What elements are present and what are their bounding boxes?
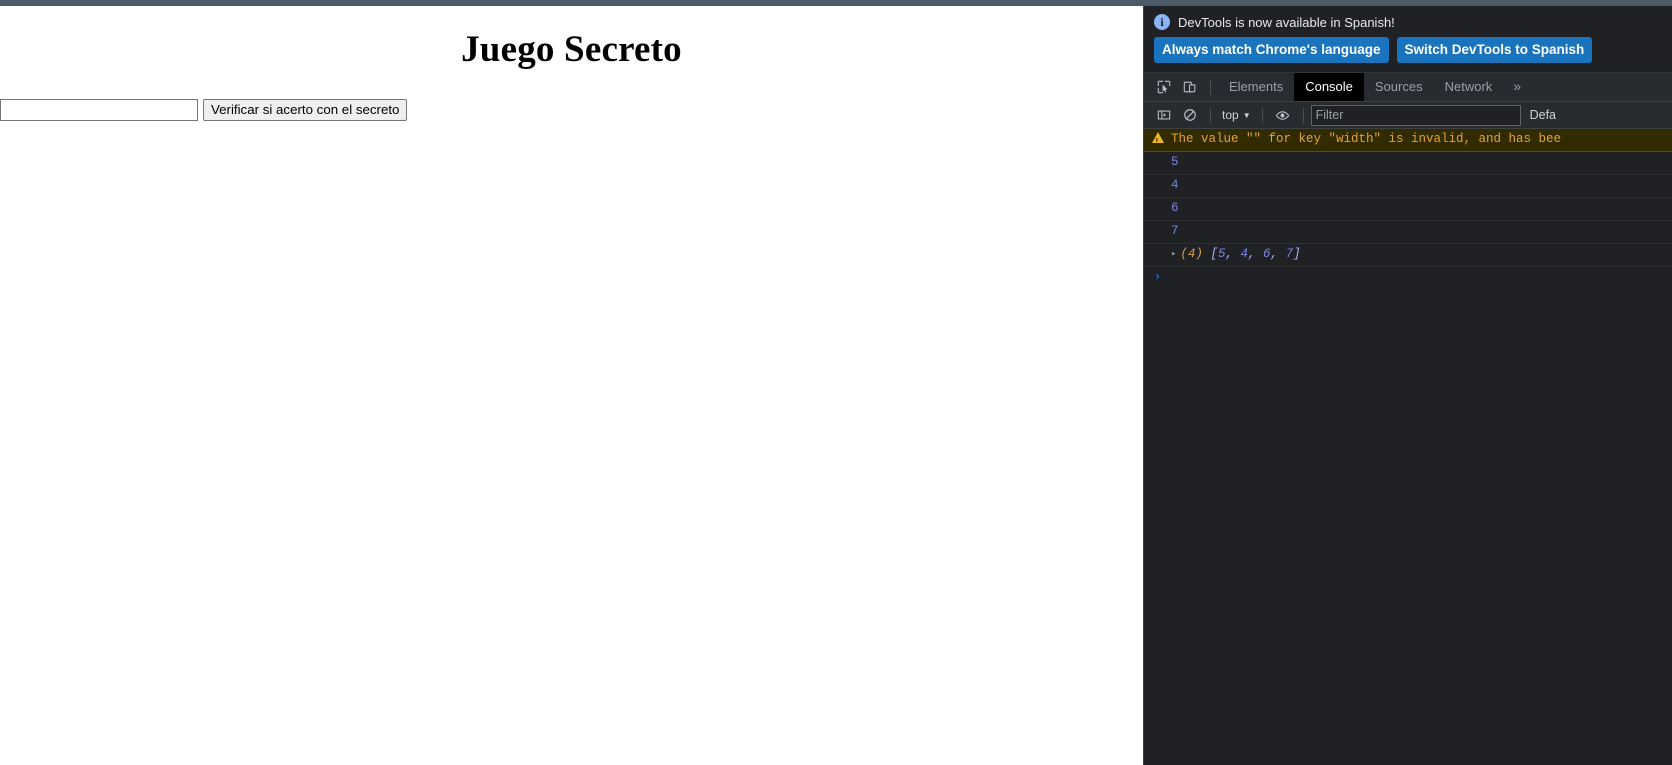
array-close-bracket: ]: [1293, 247, 1301, 261]
console-toolbar: top ▼ Defa: [1144, 102, 1672, 129]
page-title: Juego Secreto: [461, 29, 682, 70]
console-toolbar-divider-3: [1302, 107, 1304, 123]
array-item-3: 7: [1285, 247, 1294, 261]
console-message-log[interactable]: 4: [1144, 175, 1672, 198]
console-message-array[interactable]: ▸ (4) [5, 4, 6, 7]: [1144, 244, 1672, 267]
tab-console[interactable]: Console: [1294, 73, 1364, 101]
console-prompt-row[interactable]: ›: [1144, 267, 1672, 290]
array-item-2: 6: [1263, 247, 1271, 261]
console-message-text: 4: [1171, 178, 1179, 192]
console-message-log[interactable]: 6: [1144, 198, 1672, 221]
console-message-warning[interactable]: The value "" for key "width" is invalid,…: [1144, 129, 1672, 152]
console-message-gutter: [1144, 200, 1171, 201]
more-tabs-icon[interactable]: »: [1503, 73, 1531, 101]
clear-console-icon[interactable]: [1177, 102, 1203, 128]
console-message-log[interactable]: 5: [1144, 152, 1672, 175]
console-message-gutter: [1144, 246, 1171, 247]
guess-form: Verificar si acerto con el secreto: [0, 99, 408, 121]
console-filter-input[interactable]: [1310, 104, 1521, 126]
prompt-chevron-icon: ›: [1153, 270, 1162, 284]
always-match-chrome-language-button[interactable]: Always match Chrome's language: [1154, 37, 1389, 63]
log-levels-dropdown[interactable]: Defa: [1521, 108, 1556, 122]
devtools-tabbar: Elements Console Sources Network »: [1144, 73, 1672, 102]
tab-sources[interactable]: Sources: [1364, 73, 1434, 101]
array-item-1: 4: [1240, 247, 1249, 261]
page-viewport: Juego Secreto Verificar si acerto con el…: [0, 6, 1143, 765]
console-settings-eye-icon[interactable]: [1270, 102, 1296, 128]
console-toolbar-divider-1: [1210, 107, 1211, 123]
console-message-text: 6: [1171, 201, 1179, 215]
console-array-preview: (4) [5, 4, 6, 7]: [1180, 247, 1301, 261]
device-toolbar-icon[interactable]: [1177, 74, 1203, 100]
array-length-label: (4): [1180, 247, 1203, 261]
tab-elements[interactable]: Elements: [1218, 73, 1294, 101]
devtools-panel: i DevTools is now available in Spanish! …: [1143, 6, 1672, 765]
infobar-message: DevTools is now available in Spanish!: [1178, 14, 1395, 30]
warning-triangle-icon: [1144, 131, 1171, 150]
devtools-locale-infobar: i DevTools is now available in Spanish! …: [1144, 6, 1672, 73]
console-message-text: 7: [1171, 224, 1179, 238]
verify-guess-button[interactable]: Verificar si acerto con el secreto: [203, 99, 408, 121]
expand-array-triangle-icon[interactable]: ▸: [1171, 246, 1180, 262]
console-message-text: The value "" for key "width" is invalid,…: [1171, 132, 1562, 146]
inspect-element-icon[interactable]: [1151, 74, 1177, 100]
console-message-gutter: [1144, 177, 1171, 178]
console-message-list[interactable]: The value "" for key "width" is invalid,…: [1144, 129, 1672, 765]
execution-context-selector[interactable]: top ▼: [1218, 108, 1255, 122]
console-message-gutter: [1144, 154, 1171, 155]
console-message-log[interactable]: 7: [1144, 221, 1672, 244]
tab-network[interactable]: Network: [1434, 73, 1504, 101]
infobar-message-row: i DevTools is now available in Spanish!: [1154, 14, 1662, 30]
chevron-down-icon: ▼: [1242, 110, 1251, 120]
console-message-gutter: [1144, 223, 1171, 224]
switch-devtools-to-spanish-button[interactable]: Switch DevTools to Spanish: [1396, 37, 1593, 63]
array-open-bracket: [: [1210, 247, 1218, 261]
guess-input[interactable]: [0, 99, 198, 121]
execution-context-value: top: [1222, 108, 1239, 122]
tabbar-divider: [1210, 79, 1211, 95]
infobar-actions: Always match Chrome's language Switch De…: [1154, 37, 1662, 63]
console-toolbar-divider-2: [1261, 107, 1263, 123]
info-icon: i: [1154, 14, 1170, 30]
console-sidebar-icon[interactable]: [1151, 102, 1177, 128]
console-message-text: 5: [1171, 155, 1179, 169]
